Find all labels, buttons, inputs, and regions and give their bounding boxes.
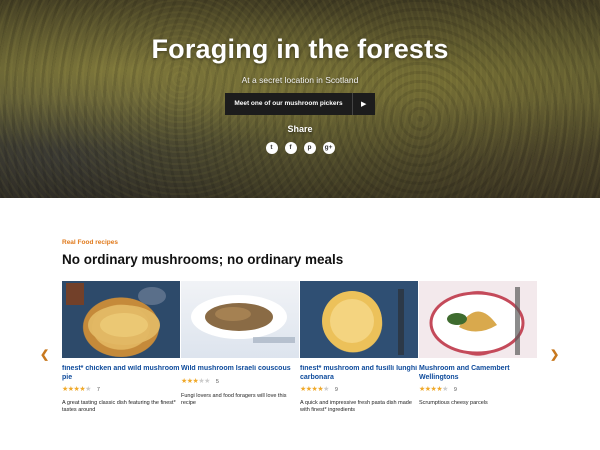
- recipe-card[interactable]: finest* chicken and wild mushroom pie ★★…: [62, 281, 180, 441]
- star-rating: ★★★★★: [62, 385, 91, 394]
- star-rating: ★★★★★: [181, 377, 210, 386]
- play-icon: ▶: [351, 93, 375, 115]
- recipe-card[interactable]: Mushroom and Camembert Wellingtons ★★★★★…: [419, 281, 537, 441]
- pinterest-icon[interactable]: p: [303, 142, 316, 154]
- cta-label: Meet one of our mushroom pickers: [234, 100, 343, 107]
- recipe-image: [419, 281, 537, 358]
- twitter-icon[interactable]: t: [265, 142, 278, 154]
- rating-count: 9: [453, 386, 457, 393]
- star-empty-icon: ★: [442, 386, 448, 393]
- recipe-description: A great tasting classic dish featuring t…: [62, 400, 176, 413]
- recipe-description: Fungi lovers and food foragers will love…: [181, 393, 287, 406]
- share-title: Share: [287, 124, 313, 134]
- rating-row: ★★★★★ 9: [300, 385, 418, 394]
- star-icon: ★★★★: [419, 386, 443, 393]
- star-empty-icon: ★★: [198, 378, 210, 385]
- recipe-description: A quick and impressive fresh pasta dish …: [300, 400, 412, 413]
- star-rating: ★★★★★: [419, 385, 448, 394]
- recipe-card[interactable]: Wild mushroom Israeli couscous ★★★★★ 5 F…: [181, 281, 299, 441]
- star-icon: ★★★★: [300, 386, 324, 393]
- recipe-title: Wild mushroom Israeli couscous: [181, 365, 291, 372]
- recipe-image: [300, 281, 418, 358]
- recipe-title: Mushroom and Camembert Wellingtons: [419, 365, 510, 381]
- recipe-image: [181, 281, 299, 358]
- rating-count: 9: [334, 386, 338, 393]
- hero-title: Foraging in the forests: [151, 34, 449, 64]
- recipe-image: [62, 281, 180, 358]
- star-icon: ★★★: [181, 378, 199, 385]
- rating-row: ★★★★★ 9: [419, 385, 537, 394]
- hero-subtitle: At a secret location in Scotland: [241, 75, 359, 85]
- recipe-carousel: ❮ finest* chicken and wild mushroom pie …: [0, 281, 600, 441]
- rating-count: 7: [96, 386, 100, 393]
- recipe-title: finest* mushroom and fusilli lunghi carb…: [300, 365, 418, 381]
- rating-row: ★★★★★ 5: [181, 377, 299, 386]
- hero-content: Foraging in the forests At a secret loca…: [0, 0, 600, 154]
- google-plus-icon[interactable]: g+: [322, 142, 335, 154]
- rating-row: ★★★★★ 7: [62, 385, 180, 394]
- meet-mushroom-picker-button[interactable]: Meet one of our mushroom pickers ▶: [225, 93, 375, 115]
- star-empty-icon: ★: [85, 386, 91, 393]
- recipes-section: Real Food recipes No ordinary mushrooms;…: [0, 198, 600, 441]
- rating-count: 5: [215, 378, 219, 385]
- recipe-card[interactable]: finest* mushroom and fusilli lunghi carb…: [300, 281, 418, 441]
- section-eyebrow: Real Food recipes: [62, 239, 118, 246]
- hero-banner: Foraging in the forests At a secret loca…: [0, 0, 600, 198]
- chevron-right-icon[interactable]: ❯: [550, 348, 559, 361]
- facebook-icon[interactable]: f: [284, 142, 297, 154]
- share-icons: t f p g+: [0, 142, 600, 154]
- recipe-cards: finest* chicken and wild mushroom pie ★★…: [62, 281, 538, 441]
- star-rating: ★★★★★: [300, 385, 329, 394]
- chevron-left-icon[interactable]: ❮: [40, 348, 49, 361]
- section-title: No ordinary mushrooms; no ordinary meals: [62, 252, 344, 267]
- recipe-title: finest* chicken and wild mushroom pie: [62, 365, 180, 381]
- star-icon: ★★★★: [62, 386, 86, 393]
- recipe-description: Scrumptious cheesy parcels: [419, 400, 488, 406]
- star-empty-icon: ★: [323, 386, 329, 393]
